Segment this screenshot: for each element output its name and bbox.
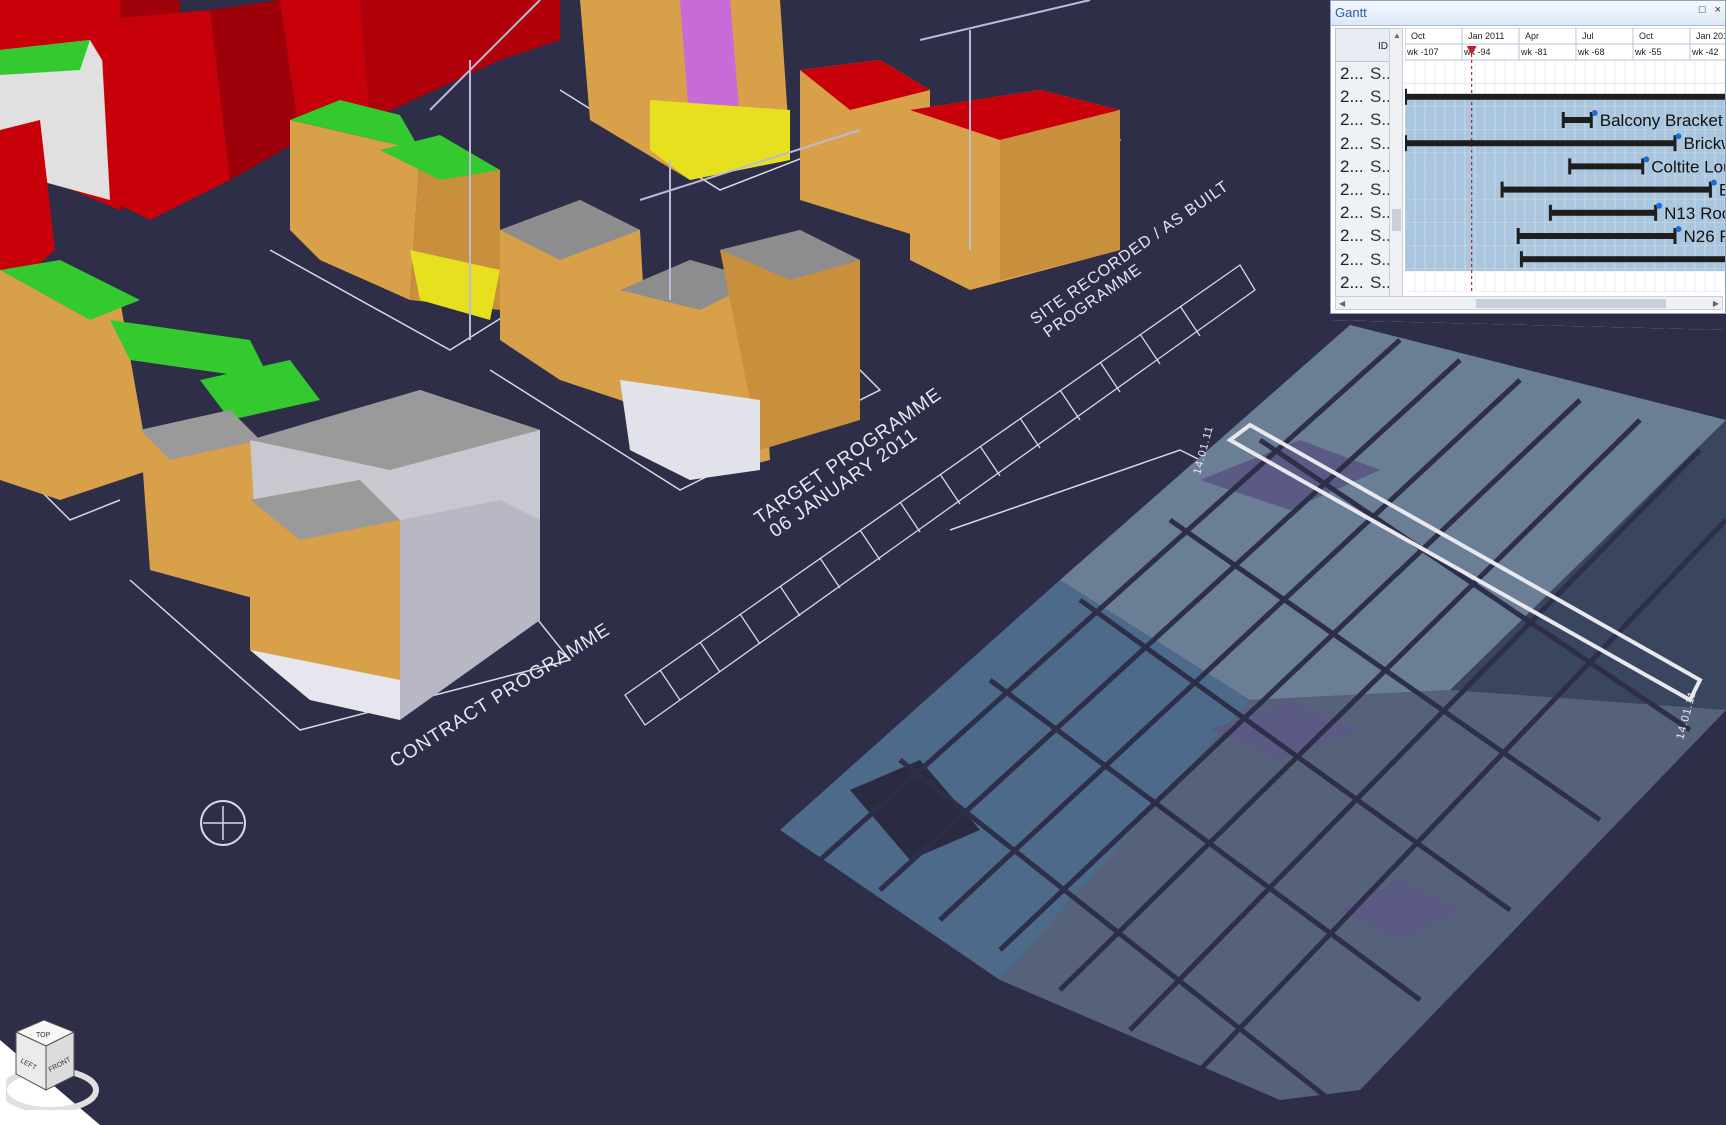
- task-bar-label: Er: [1719, 181, 1726, 200]
- gantt-task-row[interactable]: 2... S...: [1336, 155, 1396, 178]
- gantt-task-row[interactable]: 2... S...: [1336, 248, 1396, 271]
- horizontal-scroll-thumb[interactable]: [1476, 299, 1666, 308]
- timeline-week-label: wk -94: [1463, 47, 1491, 57]
- gantt-titlebar[interactable]: Gantt □ ×: [1331, 1, 1725, 26]
- gantt-task-grid[interactable]: ID 2... S... 2... S... 2... S... 2... S... 2... S…: [1335, 28, 1396, 308]
- gantt-task-row[interactable]: 2... S...: [1336, 132, 1396, 155]
- task-link-icon[interactable]: [1675, 133, 1682, 140]
- gantt-horizontal-scrollbar[interactable]: ◀ ▶: [1335, 296, 1723, 310]
- timeline-month-label: Apr: [1525, 31, 1539, 41]
- timeline-week-label: wk -81: [1520, 47, 1548, 57]
- task-bar-label: N26 R: [1683, 227, 1726, 246]
- gantt-task-row[interactable]: 2... S...: [1336, 201, 1396, 224]
- task-bar-start-cap: [1516, 228, 1520, 244]
- task-bar-start-cap: [1561, 112, 1565, 128]
- scroll-up-icon[interactable]: ▲: [1393, 31, 1401, 40]
- timeline-month-label: Jan 2011: [1468, 31, 1504, 41]
- gantt-window[interactable]: Gantt □ × ID 2... S... 2... S... 2... S... 2..…: [1330, 0, 1726, 314]
- task-bar-start-cap: [1405, 135, 1407, 152]
- timeline-week-label: wk -68: [1577, 47, 1605, 57]
- task-id-cell: 2...: [1340, 179, 1364, 199]
- timeline-week-label: wk -55: [1634, 47, 1662, 57]
- timeline-month-label: Jan 2012: [1696, 31, 1726, 41]
- timeline-month-label: Jul: [1582, 31, 1594, 41]
- task-link-icon[interactable]: [1656, 202, 1663, 209]
- task-id-cell: 2...: [1340, 156, 1364, 176]
- task-id-cell: 2...: [1340, 249, 1364, 269]
- close-icon[interactable]: ×: [1715, 4, 1721, 16]
- task-bar-start-cap: [1519, 251, 1523, 268]
- scroll-left-icon[interactable]: ◀: [1339, 299, 1345, 308]
- gantt-task-row[interactable]: 2... S...: [1336, 108, 1396, 131]
- task-id-cell: 2...: [1340, 226, 1364, 246]
- task-bar[interactable]: [1549, 209, 1657, 216]
- task-bar-label: Brickw: [1683, 134, 1726, 153]
- task-bar[interactable]: [1569, 163, 1644, 170]
- task-bar[interactable]: [1501, 186, 1711, 193]
- task-bar[interactable]: [1562, 117, 1592, 123]
- gantt-task-row[interactable]: 2... S...: [1336, 271, 1396, 294]
- maximize-icon[interactable]: □: [1699, 4, 1706, 16]
- task-id-cell: 2...: [1340, 110, 1364, 130]
- gantt-title: Gantt: [1335, 5, 1367, 20]
- task-bar-start-cap: [1568, 158, 1572, 175]
- task-id-cell: 2...: [1340, 87, 1364, 107]
- timeline-month-label: Oct: [1411, 31, 1426, 41]
- gantt-task-row[interactable]: 2... S...: [1336, 62, 1396, 85]
- task-bar[interactable]: [1517, 233, 1676, 239]
- task-link-icon[interactable]: [1591, 110, 1598, 116]
- id-column-header[interactable]: ID: [1378, 41, 1388, 52]
- task-id-cell: 2...: [1340, 64, 1364, 83]
- gantt-task-row[interactable]: 2... S...: [1336, 224, 1396, 247]
- task-bar[interactable]: [1405, 93, 1726, 100]
- task-bar-label: Balcony Bracket: [1600, 111, 1723, 130]
- task-bar-start-cap: [1548, 204, 1552, 221]
- task-bar-start-cap: [1500, 181, 1504, 198]
- scroll-right-icon[interactable]: ▶: [1713, 299, 1719, 308]
- timeline-week-label: wk -107: [1406, 47, 1439, 57]
- view-cube-top-label: TOP: [36, 1032, 51, 1039]
- task-link-icon[interactable]: [1643, 156, 1650, 163]
- task-bar-label: Coltite Lou: [1651, 157, 1726, 176]
- compass-icon[interactable]: [200, 800, 246, 846]
- task-bar[interactable]: [1405, 140, 1676, 147]
- gantt-task-row[interactable]: 2... S...: [1336, 178, 1396, 201]
- task-bar-start-cap: [1405, 88, 1407, 105]
- gantt-vertical-scrollbar[interactable]: ▲ ▼: [1389, 28, 1403, 306]
- task-id-cell: 2...: [1340, 133, 1364, 153]
- gantt-task-row[interactable]: 2... S...: [1336, 85, 1396, 108]
- task-link-icon[interactable]: [1710, 179, 1717, 186]
- timeline-month-label: Oct: [1639, 31, 1654, 41]
- task-link-icon[interactable]: [1675, 226, 1682, 232]
- task-bar-label: N13 Roo: [1664, 204, 1726, 223]
- view-cube[interactable]: TOP LEFT FRONT: [6, 1010, 102, 1110]
- task-id-cell: 2...: [1340, 203, 1364, 223]
- vertical-scroll-thumb[interactable]: [1392, 209, 1401, 231]
- task-bar[interactable]: [1520, 256, 1726, 263]
- task-id-cell: 2...: [1340, 272, 1364, 292]
- timeline-week-label: wk -42: [1691, 47, 1719, 57]
- gantt-chart-area[interactable]: Oct wk -107 Jan 2011 wk -94 Apr wk -81 Jul wk -…: [1405, 28, 1726, 292]
